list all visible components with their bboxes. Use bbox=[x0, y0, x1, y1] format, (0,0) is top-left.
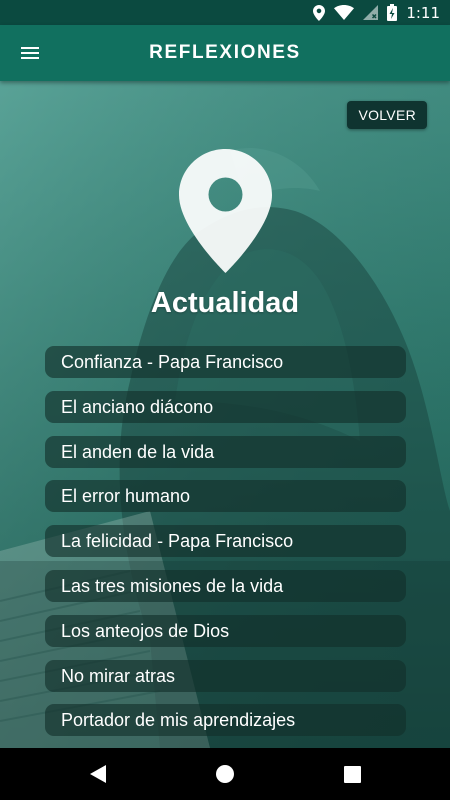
reflection-list: Confianza - Papa Francisco El anciano di… bbox=[45, 346, 406, 748]
recents-square-icon bbox=[343, 765, 361, 783]
battery-charging-icon bbox=[387, 4, 398, 21]
wifi-icon bbox=[334, 5, 355, 20]
section-title: Actualidad bbox=[150, 287, 300, 319]
main-content: VOLVER Actualidad Confianza - Papa Franc… bbox=[0, 81, 450, 748]
list-item[interactable]: No mirar atras bbox=[45, 659, 406, 692]
no-sim-icon bbox=[363, 5, 379, 20]
navigation-bar bbox=[0, 748, 450, 800]
list-item[interactable]: Las tres misiones de la vida bbox=[45, 569, 406, 602]
status-bar: 1:11 bbox=[0, 0, 450, 25]
menu-button[interactable] bbox=[14, 37, 46, 69]
app-title: REFLEXIONES bbox=[149, 42, 301, 63]
list-item[interactable]: La felicidad - Papa Francisco bbox=[45, 525, 406, 558]
nav-back-button[interactable] bbox=[88, 764, 108, 784]
volver-button[interactable]: VOLVER bbox=[347, 101, 427, 129]
back-triangle-icon bbox=[90, 765, 106, 783]
status-time: 1:11 bbox=[406, 3, 440, 22]
location-pin-icon bbox=[179, 149, 272, 273]
app-bar: REFLEXIONES bbox=[0, 25, 450, 81]
home-circle-icon bbox=[216, 765, 234, 783]
list-item[interactable]: Portador de mis aprendizajes bbox=[45, 704, 406, 737]
list-item[interactable]: El anden de la vida bbox=[45, 435, 406, 468]
list-item[interactable]: El error humano bbox=[45, 480, 406, 513]
nav-recents-button[interactable] bbox=[342, 764, 362, 784]
list-item[interactable]: El anciano diácono bbox=[45, 390, 406, 423]
location-icon bbox=[313, 4, 326, 21]
list-item[interactable]: Confianza - Papa Francisco bbox=[45, 346, 406, 378]
hamburger-menu-icon bbox=[21, 47, 39, 59]
nav-home-button[interactable] bbox=[215, 764, 235, 784]
list-item[interactable]: Los anteojos de Dios bbox=[45, 614, 406, 647]
